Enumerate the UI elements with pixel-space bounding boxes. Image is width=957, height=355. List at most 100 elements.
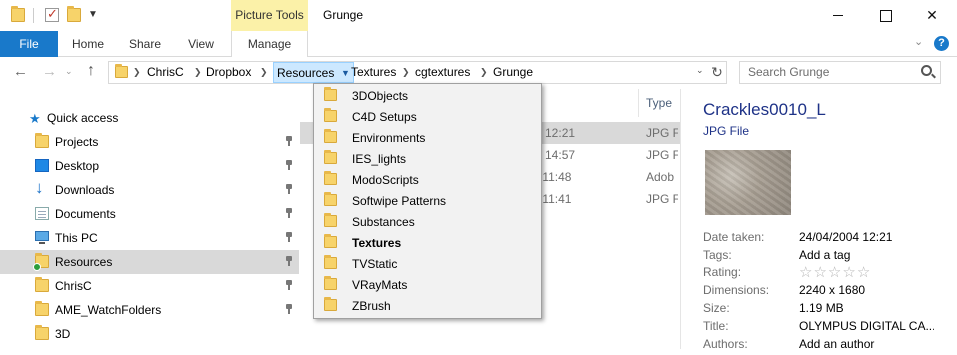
- pin-icon[interactable]: [285, 304, 293, 314]
- maximize-button[interactable]: [862, 0, 908, 31]
- picture-tools-context-title: Picture Tools: [231, 0, 308, 31]
- address-history-chevron-icon[interactable]: ⌄: [696, 65, 704, 76]
- tab-manage[interactable]: Manage: [231, 31, 308, 57]
- star-icon[interactable]: ☆: [813, 264, 827, 281]
- chevron-right-icon[interactable]: ❯: [133, 62, 141, 83]
- sidebar-item-projects[interactable]: Projects: [0, 130, 299, 154]
- chevron-right-icon[interactable]: ❯: [260, 62, 268, 83]
- breadcrumb-grunge[interactable]: Grunge: [493, 62, 533, 83]
- customize-quick-access-icon[interactable]: ▼: [88, 9, 98, 20]
- sidebar-item-label: Resources: [55, 255, 113, 269]
- new-folder-icon[interactable]: [67, 6, 81, 22]
- sidebar-item-downloads[interactable]: Downloads: [0, 178, 299, 202]
- chevron-right-icon[interactable]: ❯: [194, 62, 202, 83]
- up-arrow-icon[interactable]: ↑: [87, 62, 95, 80]
- property-value: 2240 x 1680: [799, 283, 866, 297]
- folder-icon: [115, 64, 128, 78]
- address-bar[interactable]: ❯ ChrisC ❯ Dropbox ❯ Resources ▼ Texture…: [108, 61, 727, 84]
- sidebar-item-documents[interactable]: Documents: [0, 202, 299, 226]
- breadcrumb-chrisc[interactable]: ChrisC: [147, 62, 184, 83]
- folder-icon: [324, 87, 337, 101]
- menu-item-textures[interactable]: Textures: [314, 232, 541, 253]
- close-button[interactable]: ✕: [909, 0, 955, 31]
- menu-item-c4d-setups[interactable]: C4D Setups: [314, 106, 541, 127]
- property-dimensions: Dimensions: 2240 x 1680: [703, 283, 957, 301]
- tab-share[interactable]: Share: [118, 31, 172, 57]
- star-icon[interactable]: ☆: [842, 264, 856, 281]
- menu-item-zbrush[interactable]: ZBrush: [314, 295, 541, 316]
- chevron-right-icon[interactable]: ❯: [402, 62, 410, 83]
- chevron-down-icon[interactable]: ▼: [341, 63, 350, 84]
- recent-locations-chevron-icon[interactable]: ⌄: [65, 66, 73, 77]
- tab-file[interactable]: File: [0, 31, 58, 57]
- property-authors: Authors: Add an author: [703, 337, 957, 355]
- folder-icon: [324, 171, 337, 185]
- property-value[interactable]: 24/04/2004 12:21: [799, 230, 934, 244]
- pin-icon[interactable]: [285, 160, 293, 170]
- ribbon-tabs: File Home Share View Manage ⌄ ?: [0, 31, 957, 57]
- menu-item-ies-lights[interactable]: IES_lights: [314, 148, 541, 169]
- help-icon[interactable]: ?: [934, 36, 949, 51]
- quick-access-label[interactable]: Quick access: [47, 111, 118, 125]
- menu-item-label: 3DObjects: [352, 89, 409, 103]
- pin-icon[interactable]: [285, 256, 293, 266]
- sidebar-item-this-pc[interactable]: This PC: [0, 226, 299, 250]
- forward-arrow-icon[interactable]: →: [42, 63, 57, 80]
- sidebar-item-desktop[interactable]: Desktop: [0, 154, 299, 178]
- star-icon[interactable]: ☆: [799, 264, 813, 281]
- chevron-right-icon[interactable]: ❯: [480, 62, 488, 83]
- expand-ribbon-chevron-icon[interactable]: ⌄: [914, 35, 923, 48]
- breadcrumb-textures[interactable]: Textures: [351, 62, 396, 83]
- column-divider[interactable]: [638, 89, 639, 117]
- title-field[interactable]: OLYMPUS DIGITAL CA...: [799, 319, 934, 333]
- menu-item-label: IES_lights: [352, 152, 407, 166]
- property-label: Title:: [703, 319, 729, 333]
- sidebar-item-resources[interactable]: Resources: [0, 250, 299, 274]
- menu-item-vraymats[interactable]: VRayMats: [314, 274, 541, 295]
- menu-item-label: ZBrush: [352, 299, 391, 313]
- menu-item-label: Softwipe Patterns: [352, 194, 447, 208]
- property-value: 1.19 MB: [799, 301, 844, 315]
- sidebar-item-3d[interactable]: 3D: [0, 322, 299, 346]
- breadcrumb-dropbox[interactable]: Dropbox: [206, 62, 251, 83]
- tab-home[interactable]: Home: [60, 31, 116, 57]
- rating-stars[interactable]: ☆☆☆☆☆: [799, 263, 871, 281]
- menu-item-substances[interactable]: Substances: [314, 211, 541, 232]
- sidebar-item-chrisc[interactable]: ChrisC: [0, 274, 299, 298]
- sidebar-item-label: Downloads: [55, 183, 115, 197]
- breadcrumb-resources[interactable]: Resources: [277, 63, 334, 84]
- menu-item-tvstatic[interactable]: TVStatic: [314, 253, 541, 274]
- folder-icon: [324, 234, 337, 248]
- pin-icon[interactable]: [285, 232, 293, 242]
- tab-view[interactable]: View: [174, 31, 228, 57]
- search-box[interactable]: [739, 61, 941, 84]
- search-icon[interactable]: [921, 65, 932, 76]
- sidebar-item-ame-watchfolders[interactable]: AME_WatchFolders: [0, 298, 299, 322]
- menu-item-3dobjects[interactable]: 3DObjects: [314, 85, 541, 106]
- tags-field[interactable]: Add a tag: [799, 248, 934, 262]
- star-icon[interactable]: ☆: [828, 264, 842, 281]
- properties-check-icon[interactable]: [45, 6, 59, 22]
- pin-icon[interactable]: [285, 136, 293, 146]
- back-arrow-icon[interactable]: ←: [13, 63, 28, 80]
- pin-icon[interactable]: [285, 184, 293, 194]
- search-input[interactable]: [748, 65, 918, 79]
- folder-icon: [324, 276, 337, 290]
- breadcrumb-resources-active[interactable]: Resources ▼: [273, 62, 354, 83]
- pin-icon[interactable]: [285, 208, 293, 218]
- folder-icon: [324, 150, 337, 164]
- pin-icon[interactable]: [285, 280, 293, 290]
- details-file-name: Crackles0010_L: [703, 100, 826, 119]
- property-label: Dimensions:: [703, 283, 770, 297]
- star-icon[interactable]: ☆: [857, 264, 871, 281]
- menu-item-environments[interactable]: Environments: [314, 127, 541, 148]
- minimize-button[interactable]: [815, 0, 861, 31]
- file-type: JPG Fi: [646, 126, 678, 140]
- file-type: JPG Fi: [646, 148, 678, 162]
- property-label: Tags:: [703, 248, 732, 262]
- refresh-icon[interactable]: ↻: [707, 61, 727, 84]
- menu-item-modoscripts[interactable]: ModoScripts: [314, 169, 541, 190]
- column-header-type[interactable]: Type: [646, 96, 672, 110]
- breadcrumb-cgtextures[interactable]: cgtextures: [415, 62, 470, 83]
- menu-item-softwipe-patterns[interactable]: Softwipe Patterns: [314, 190, 541, 211]
